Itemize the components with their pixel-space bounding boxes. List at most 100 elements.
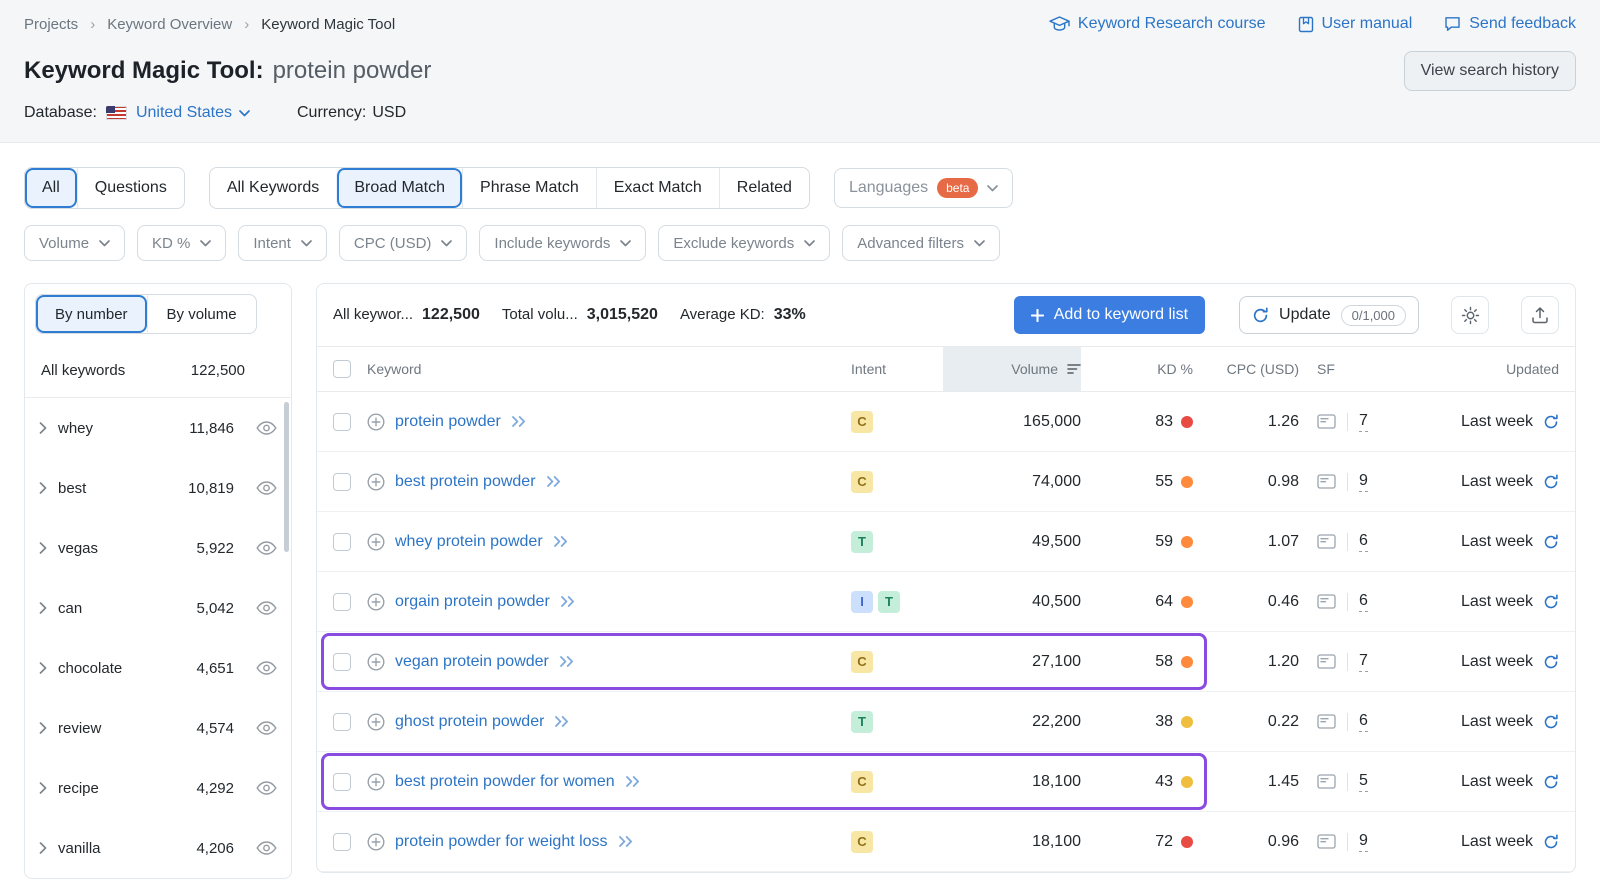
open-keyword-icon[interactable] — [618, 836, 634, 847]
serp-features-icon[interactable] — [1317, 534, 1336, 549]
open-keyword-icon[interactable] — [553, 536, 569, 547]
refresh-icon[interactable] — [1543, 534, 1559, 550]
sidebar-group-row[interactable]: review4,574 — [25, 698, 291, 758]
all-keywords-row[interactable]: All keywords 122,500 — [25, 344, 291, 398]
table-row[interactable]: protein powder for weight lossC18,100720… — [317, 812, 1575, 872]
breadcrumb-item-projects[interactable]: Projects — [24, 16, 78, 33]
row-checkbox[interactable] — [333, 533, 351, 551]
keyword-link[interactable]: ghost protein powder — [395, 713, 544, 731]
keyword-link[interactable]: protein powder — [395, 413, 501, 431]
eye-icon[interactable] — [256, 781, 277, 795]
table-row[interactable]: ghost protein powderT22,200380.226Last w… — [317, 692, 1575, 752]
keyword-research-course-link[interactable]: Keyword Research course — [1049, 15, 1266, 33]
column-header-kd[interactable]: KD % — [1081, 347, 1193, 391]
sf-count[interactable]: 6 — [1359, 711, 1368, 732]
open-keyword-icon[interactable] — [560, 596, 576, 607]
table-row[interactable]: best protein powderC74,000550.989Last we… — [317, 452, 1575, 512]
refresh-icon[interactable] — [1543, 774, 1559, 790]
open-keyword-icon[interactable] — [559, 656, 575, 667]
eye-icon[interactable] — [256, 661, 277, 675]
sidebar-group-row[interactable]: whey11,846 — [25, 398, 291, 458]
tab-all[interactable]: All — [25, 168, 77, 208]
table-row[interactable]: vegan protein powderC27,100581.207Last w… — [317, 632, 1575, 692]
open-keyword-icon[interactable] — [546, 476, 562, 487]
tab-questions[interactable]: Questions — [77, 168, 184, 208]
sidebar-group-row[interactable]: best10,819 — [25, 458, 291, 518]
add-to-keyword-list-button[interactable]: Add to keyword list — [1014, 296, 1205, 334]
add-keyword-icon[interactable] — [367, 473, 385, 491]
sf-count[interactable]: 9 — [1359, 831, 1368, 852]
row-checkbox[interactable] — [333, 593, 351, 611]
sidebar-tab-by-number[interactable]: By number — [36, 295, 147, 333]
serp-features-icon[interactable] — [1317, 414, 1336, 429]
eye-icon[interactable] — [256, 421, 277, 435]
sf-count[interactable]: 7 — [1359, 651, 1368, 672]
breadcrumb-item-keyword-overview[interactable]: Keyword Overview — [107, 16, 232, 33]
refresh-icon[interactable] — [1543, 834, 1559, 850]
tab-broad-match[interactable]: Broad Match — [336, 168, 462, 208]
table-row[interactable]: best protein powder for womenC18,100431.… — [317, 752, 1575, 812]
serp-features-icon[interactable] — [1317, 474, 1336, 489]
open-keyword-icon[interactable] — [625, 776, 641, 787]
languages-dropdown[interactable]: Languages beta — [834, 168, 1014, 208]
keyword-link[interactable]: protein powder for weight loss — [395, 833, 608, 851]
filter-cpc-usd[interactable]: CPC (USD) — [339, 225, 468, 261]
sidebar-group-row[interactable]: vanilla4,206 — [25, 818, 291, 878]
sf-count[interactable]: 6 — [1359, 591, 1368, 612]
row-checkbox[interactable] — [333, 773, 351, 791]
row-checkbox[interactable] — [333, 833, 351, 851]
row-checkbox[interactable] — [333, 653, 351, 671]
sf-count[interactable]: 7 — [1359, 411, 1368, 432]
row-checkbox[interactable] — [333, 473, 351, 491]
filter-volume[interactable]: Volume — [24, 225, 125, 261]
refresh-icon[interactable] — [1543, 654, 1559, 670]
refresh-icon[interactable] — [1543, 474, 1559, 490]
sf-count[interactable]: 6 — [1359, 531, 1368, 552]
refresh-icon[interactable] — [1543, 414, 1559, 430]
sidebar-group-row[interactable]: can5,042 — [25, 578, 291, 638]
database-selector[interactable]: United States — [136, 104, 250, 122]
add-keyword-icon[interactable] — [367, 533, 385, 551]
sidebar-group-row[interactable]: chocolate4,651 — [25, 638, 291, 698]
table-row[interactable]: orgain protein powderIT40,500640.466Last… — [317, 572, 1575, 632]
keyword-link[interactable]: whey protein powder — [395, 533, 543, 551]
eye-icon[interactable] — [256, 601, 277, 615]
serp-features-icon[interactable] — [1317, 834, 1336, 849]
column-header-sf[interactable]: SF — [1299, 347, 1403, 391]
tab-related[interactable]: Related — [719, 168, 809, 208]
column-header-volume[interactable]: Volume — [943, 347, 1081, 391]
tab-all-keywords[interactable]: All Keywords — [210, 168, 336, 208]
eye-icon[interactable] — [256, 721, 277, 735]
refresh-icon[interactable] — [1543, 594, 1559, 610]
add-keyword-icon[interactable] — [367, 413, 385, 431]
column-header-intent[interactable]: Intent — [851, 347, 943, 391]
sf-count[interactable]: 9 — [1359, 471, 1368, 492]
filter-kd[interactable]: KD % — [137, 225, 226, 261]
add-keyword-icon[interactable] — [367, 653, 385, 671]
sidebar-tab-by-volume[interactable]: By volume — [147, 295, 256, 333]
send-feedback-link[interactable]: Send feedback — [1444, 15, 1576, 33]
filter-exclude-keywords[interactable]: Exclude keywords — [658, 225, 830, 261]
filter-include-keywords[interactable]: Include keywords — [479, 225, 646, 261]
add-keyword-icon[interactable] — [367, 593, 385, 611]
keyword-link[interactable]: vegan protein powder — [395, 653, 549, 671]
table-row[interactable]: protein powderC165,000831.267Last week — [317, 392, 1575, 452]
add-keyword-icon[interactable] — [367, 713, 385, 731]
serp-features-icon[interactable] — [1317, 714, 1336, 729]
sf-count[interactable]: 5 — [1359, 771, 1368, 792]
column-header-updated[interactable]: Updated — [1403, 347, 1575, 391]
filter-intent[interactable]: Intent — [238, 225, 327, 261]
update-button[interactable]: Update 0/1,000 — [1239, 296, 1419, 334]
refresh-icon[interactable] — [1543, 714, 1559, 730]
sidebar-scrollbar[interactable] — [284, 402, 289, 552]
export-button[interactable] — [1521, 296, 1559, 334]
add-keyword-icon[interactable] — [367, 833, 385, 851]
eye-icon[interactable] — [256, 481, 277, 495]
sidebar-group-row[interactable]: recipe4,292 — [25, 758, 291, 818]
column-header-keyword[interactable]: Keyword — [367, 347, 851, 391]
keyword-link[interactable]: orgain protein powder — [395, 593, 550, 611]
filter-advanced-filters[interactable]: Advanced filters — [842, 225, 1000, 261]
serp-features-icon[interactable] — [1317, 654, 1336, 669]
row-checkbox[interactable] — [333, 713, 351, 731]
serp-features-icon[interactable] — [1317, 774, 1336, 789]
